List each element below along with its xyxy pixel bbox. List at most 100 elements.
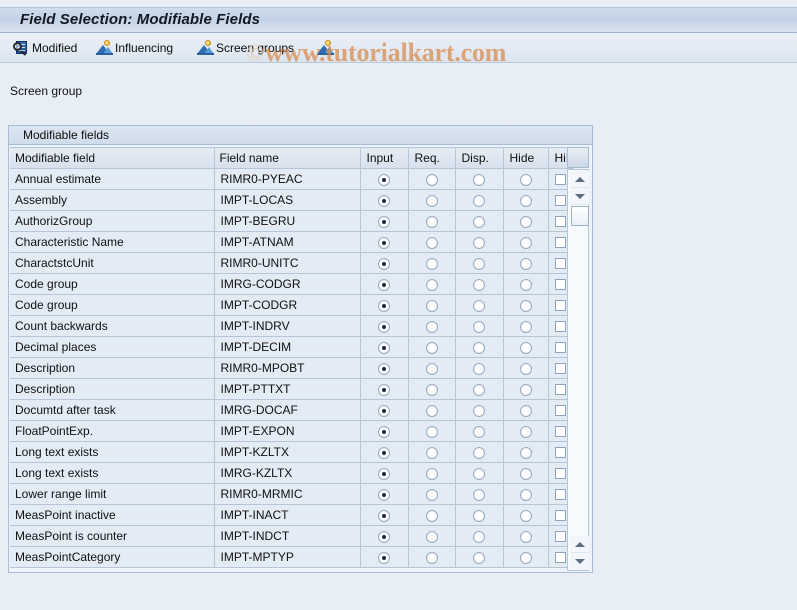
cell-radio-req[interactable] xyxy=(408,336,456,358)
radio-disp[interactable] xyxy=(473,341,485,354)
cell-radio-hide[interactable] xyxy=(503,504,549,526)
radio-input[interactable] xyxy=(378,551,390,564)
radio-input[interactable] xyxy=(378,299,390,312)
cell-radio-hide[interactable] xyxy=(503,357,549,379)
cell-radio-hide[interactable] xyxy=(503,378,549,400)
radio-hide[interactable] xyxy=(519,551,532,564)
cell-radio-req[interactable] xyxy=(408,357,456,379)
hili-checkbox[interactable] xyxy=(555,384,566,396)
cell-radio-req[interactable] xyxy=(408,483,456,505)
hili-checkbox[interactable] xyxy=(555,174,566,186)
radio-req[interactable] xyxy=(425,257,438,270)
column-header-req[interactable]: Req. xyxy=(408,147,456,169)
cell-radio-req[interactable] xyxy=(408,525,456,547)
hili-checkbox[interactable] xyxy=(555,489,566,501)
hili-checkbox[interactable] xyxy=(555,552,566,564)
cell-radio-hide[interactable] xyxy=(503,294,549,316)
radio-input[interactable] xyxy=(378,320,390,333)
column-header-modifiable-field[interactable]: Modifiable field xyxy=(10,147,215,169)
toolbar-button-extra[interactable] xyxy=(314,37,339,59)
scroll-down-arrow-top[interactable] xyxy=(571,188,589,205)
cell-radio-input[interactable] xyxy=(360,441,409,463)
cell-radio-disp[interactable] xyxy=(455,399,504,421)
column-header-disp[interactable]: Disp. xyxy=(455,147,504,169)
radio-req[interactable] xyxy=(425,467,438,480)
hili-checkbox[interactable] xyxy=(555,237,566,249)
cell-radio-hide[interactable] xyxy=(503,189,549,211)
cell-radio-input[interactable] xyxy=(360,420,409,442)
radio-req[interactable] xyxy=(425,173,438,186)
column-header-hide[interactable]: Hide xyxy=(503,147,549,169)
cell-radio-input[interactable] xyxy=(360,252,409,274)
radio-hide[interactable] xyxy=(519,362,532,375)
radio-input[interactable] xyxy=(378,404,390,417)
radio-disp[interactable] xyxy=(473,467,485,480)
cell-radio-disp[interactable] xyxy=(455,252,504,274)
radio-req[interactable] xyxy=(425,215,438,228)
radio-hide[interactable] xyxy=(519,173,532,186)
radio-disp[interactable] xyxy=(473,488,485,501)
radio-hide[interactable] xyxy=(519,278,532,291)
radio-input[interactable] xyxy=(378,194,390,207)
cell-radio-hide[interactable] xyxy=(503,525,549,547)
cell-radio-req[interactable] xyxy=(408,294,456,316)
cell-radio-disp[interactable] xyxy=(455,357,504,379)
radio-hide[interactable] xyxy=(519,194,532,207)
cell-radio-req[interactable] xyxy=(408,189,456,211)
radio-req[interactable] xyxy=(425,425,438,438)
cell-radio-disp[interactable] xyxy=(455,525,504,547)
cell-radio-hide[interactable] xyxy=(503,315,549,337)
radio-disp[interactable] xyxy=(473,236,485,249)
radio-disp[interactable] xyxy=(473,257,485,270)
cell-radio-input[interactable] xyxy=(360,357,409,379)
radio-req[interactable] xyxy=(425,530,438,543)
cell-radio-input[interactable] xyxy=(360,525,409,547)
scrollbar-thumb[interactable] xyxy=(571,206,589,226)
cell-radio-hide[interactable] xyxy=(503,168,549,190)
cell-radio-hide[interactable] xyxy=(503,483,549,505)
hili-checkbox[interactable] xyxy=(555,510,566,522)
scroll-down-arrow-bottom[interactable] xyxy=(571,553,589,570)
radio-req[interactable] xyxy=(425,236,438,249)
cell-radio-disp[interactable] xyxy=(455,210,504,232)
column-header-input[interactable]: Input xyxy=(360,147,409,169)
radio-input[interactable] xyxy=(378,425,390,438)
cell-radio-hide[interactable] xyxy=(503,546,549,568)
hili-checkbox[interactable] xyxy=(555,195,566,207)
radio-disp[interactable] xyxy=(473,362,485,375)
cell-radio-input[interactable] xyxy=(360,504,409,526)
radio-req[interactable] xyxy=(425,446,438,459)
scrollbar-track[interactable] xyxy=(567,169,589,571)
radio-disp[interactable] xyxy=(473,509,485,522)
radio-input[interactable] xyxy=(378,530,390,543)
cell-radio-input[interactable] xyxy=(360,315,409,337)
radio-hide[interactable] xyxy=(519,488,532,501)
radio-input[interactable] xyxy=(378,257,390,270)
hili-checkbox[interactable] xyxy=(555,426,566,438)
cell-radio-disp[interactable] xyxy=(455,231,504,253)
radio-disp[interactable] xyxy=(473,320,485,333)
cell-radio-disp[interactable] xyxy=(455,378,504,400)
radio-hide[interactable] xyxy=(519,299,532,312)
hili-checkbox[interactable] xyxy=(555,300,566,312)
cell-radio-input[interactable] xyxy=(360,168,409,190)
hili-checkbox[interactable] xyxy=(555,321,566,333)
radio-disp[interactable] xyxy=(473,551,485,564)
radio-input[interactable] xyxy=(378,509,390,522)
cell-radio-disp[interactable] xyxy=(455,315,504,337)
scroll-up-arrow-top[interactable] xyxy=(571,171,589,188)
cell-radio-req[interactable] xyxy=(408,546,456,568)
radio-req[interactable] xyxy=(425,362,438,375)
radio-input[interactable] xyxy=(378,467,390,480)
radio-hide[interactable] xyxy=(519,215,532,228)
cell-radio-req[interactable] xyxy=(408,378,456,400)
scrollbar-corner-button[interactable] xyxy=(567,147,589,168)
radio-disp[interactable] xyxy=(473,215,485,228)
cell-radio-req[interactable] xyxy=(408,231,456,253)
radio-input[interactable] xyxy=(378,341,390,354)
cell-radio-req[interactable] xyxy=(408,273,456,295)
hili-checkbox[interactable] xyxy=(555,468,566,480)
toolbar-button-modified[interactable]: Modified xyxy=(10,37,80,59)
cell-radio-req[interactable] xyxy=(408,462,456,484)
cell-radio-input[interactable] xyxy=(360,231,409,253)
